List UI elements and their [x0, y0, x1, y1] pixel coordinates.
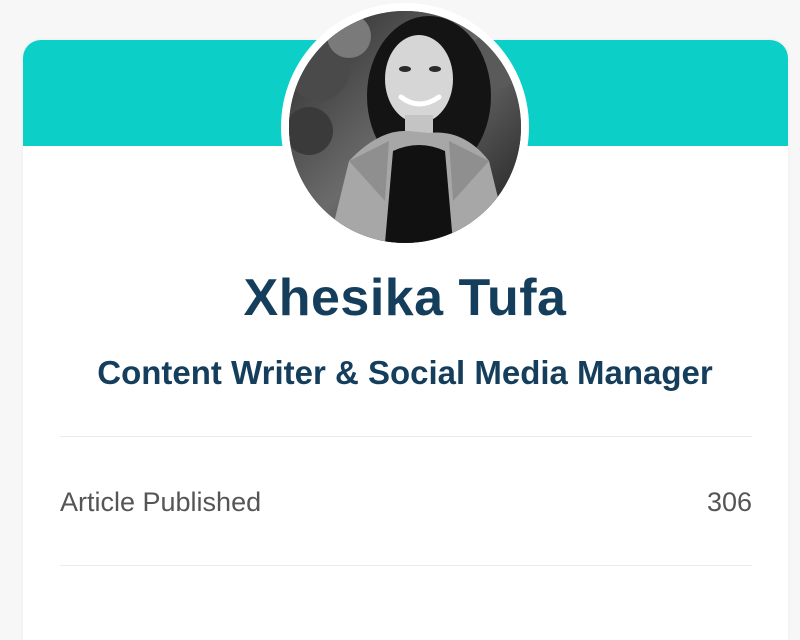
avatar — [289, 11, 521, 243]
divider-top — [60, 436, 752, 437]
stat-value: 306 — [706, 486, 752, 517]
profile-role: Content Writer & Social Media Manager — [97, 354, 713, 391]
stat-row-articles: Article Published 306 — [60, 480, 752, 524]
avatar-ring — [281, 3, 529, 251]
profile-name: Xhesika Tufa — [243, 269, 567, 327]
stat-label: Article Published — [60, 486, 262, 517]
divider-bottom — [60, 565, 752, 566]
profile-photo-icon — [289, 11, 521, 243]
